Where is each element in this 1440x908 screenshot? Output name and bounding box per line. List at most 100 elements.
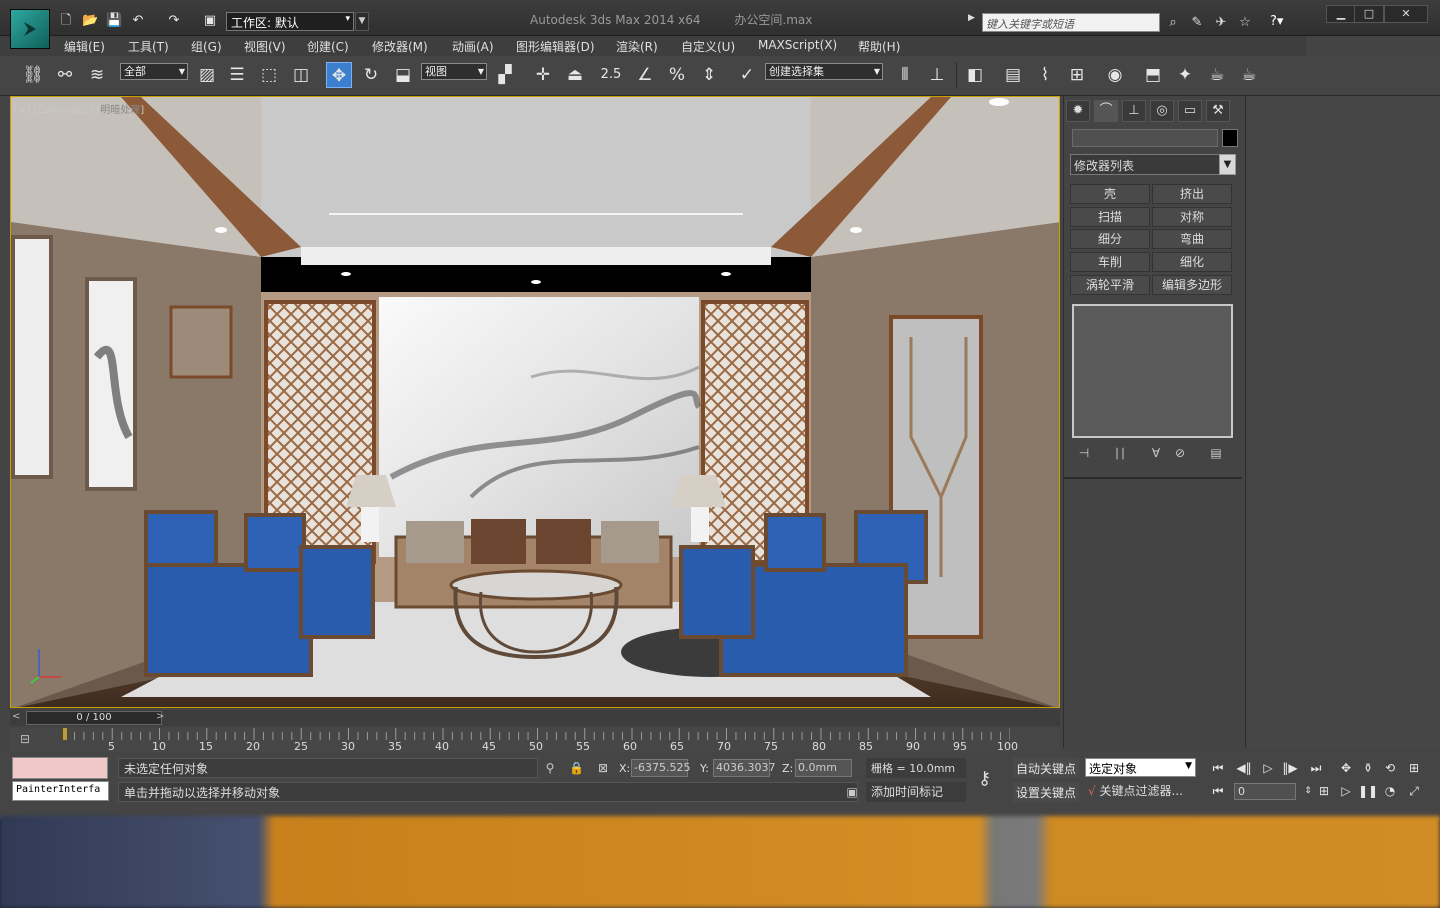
communication-icon[interactable]: ✈ [1212,14,1230,32]
menu-edit[interactable]: 编辑(E) [64,38,105,55]
current-frame-field[interactable]: 0 [1234,783,1296,800]
minimize-button[interactable]: ▁ [1326,5,1356,23]
previous-key-icon[interactable]: ◀‖ [1234,759,1254,777]
show-end-result-icon[interactable]: ∣∣ [1110,446,1130,464]
modifier-extrude-button[interactable]: 挤出 [1152,184,1232,204]
schematic-view-icon[interactable]: ⊞ [1064,62,1090,88]
render-production-icon[interactable]: ☕ [1204,62,1230,88]
configure-modifier-sets-icon[interactable]: ▤ [1206,446,1226,464]
next-frame-icon[interactable]: > [156,711,168,725]
modifier-list-select[interactable]: 修改器列表 [1070,154,1222,175]
make-unique-icon[interactable]: ∀ [1146,446,1166,464]
modifier-bend-button[interactable]: 弯曲 [1152,229,1232,249]
angle-snap-icon[interactable]: ∠ [632,62,658,88]
render-iterative-icon[interactable]: ☕ [1236,62,1262,88]
dolly-camera-icon[interactable]: ⚱ [1358,759,1378,777]
menu-customize[interactable]: 自定义(U) [681,38,735,55]
project-folder-icon[interactable]: ▣ [202,13,218,29]
previous-frame-icon[interactable]: < [12,711,24,725]
undo-icon[interactable]: ↶ [130,13,146,29]
select-rotate-icon[interactable]: ↻ [358,62,384,88]
object-color-swatch[interactable] [1222,129,1238,147]
modifier-symmetry-button[interactable]: 对称 [1152,207,1232,227]
pin-stack-icon[interactable]: ⊣ [1074,446,1094,464]
named-selection-set-select[interactable]: 创建选择集 [765,63,883,80]
pan-view-icon[interactable]: ✥ [1336,759,1356,777]
binoculars-icon[interactable]: ⌕ [1164,14,1182,32]
go-to-end-icon[interactable]: ⏭ [1306,759,1326,777]
modifier-stack-list[interactable] [1072,304,1233,438]
link-icon[interactable]: ⛓ [20,62,46,88]
rendered-frame-window-icon[interactable]: ✦ [1172,62,1198,88]
isolate-selection-icon[interactable]: ⚲ [543,761,557,775]
mirror-icon[interactable]: ⫴ [892,62,918,88]
set-key-icon[interactable]: ⚷ [978,768,1006,789]
select-by-name-icon[interactable]: ☰ [224,62,250,88]
chevron-down-icon[interactable]: ▼ [355,12,369,31]
material-editor-icon[interactable]: ◉ [1102,62,1128,88]
maximize-toggle-icon[interactable]: ⤢ [1404,782,1424,800]
auto-key-button[interactable]: 自动关键点 [1013,758,1079,778]
app-logo-button[interactable] [10,9,50,49]
y-coordinate-field[interactable]: 4036.3037 [713,759,776,777]
x-coordinate-field[interactable]: -6375.525 [631,759,690,777]
modifier-subdivide-button[interactable]: 细分 [1070,229,1150,249]
mini-curve-editor-icon[interactable]: ⊟ [20,732,40,748]
time-configuration-icon[interactable]: ⊞ [1314,782,1334,800]
orbit-camera-icon[interactable]: ⟲ [1380,759,1400,777]
add-time-tag-button[interactable]: 添加时间标记 [866,782,966,802]
maxscript-listener-field[interactable]: PainterInterfa [12,781,109,801]
close-button[interactable]: ✕ [1384,5,1428,23]
keyboard-shortcut-toggle-icon[interactable]: ⏏ [562,62,588,88]
object-name-field[interactable] [1072,129,1218,147]
modifier-edit-poly-button[interactable]: 编辑多边形 [1152,275,1232,295]
save-icon[interactable]: 💾 [106,13,122,29]
select-move-icon[interactable]: ✥ [326,62,352,88]
walk-through-icon[interactable]: ❚❚ [1358,782,1378,800]
motion-tab-icon[interactable]: ◎ [1150,100,1174,122]
display-tab-icon[interactable]: ▭ [1178,100,1202,122]
menu-tools[interactable]: 工具(T) [128,38,169,55]
play-icon[interactable]: ▷ [1258,759,1278,777]
menu-maxscript[interactable]: MAXScript(X) [758,38,837,52]
curve-editor-icon[interactable]: ⌇ [1032,62,1058,88]
menu-group[interactable]: 组(G) [191,38,222,55]
maximize-viewport-icon[interactable]: ⊞ [1404,759,1424,777]
edit-named-selection-icon[interactable]: ✓ [734,62,760,88]
z-coordinate-field[interactable]: 0.0mm [795,759,852,777]
key-mode-toggle-icon[interactable]: ⏮ [1208,782,1228,800]
menu-graph-editors[interactable]: 图形编辑器(D) [516,38,595,55]
maxscript-mini-listener-pink[interactable] [12,757,108,779]
create-tab-icon[interactable]: ✹ [1066,100,1090,122]
menu-animation[interactable]: 动画(A) [452,38,494,55]
viewport-label[interactable]: [+] [Camera01] [明暗处理] [14,101,144,116]
toggle-ribbon-icon[interactable]: ▤ [1000,62,1026,88]
open-file-icon[interactable]: 📂 [82,13,98,29]
snaps-toggle-icon[interactable]: 2.5 [598,62,624,88]
unlink-icon[interactable]: ⚯ [52,62,78,88]
selection-filter-select[interactable]: 全部 [120,63,188,80]
key-mode-select[interactable]: 选定对象 [1085,758,1196,777]
spinner-snap-icon[interactable]: ⇕ [696,62,722,88]
align-icon[interactable]: ⊥ [924,62,950,88]
menu-create[interactable]: 创建(C) [307,38,349,55]
modifier-sweep-button[interactable]: 扫描 [1070,207,1150,227]
bind-spacewarp-icon[interactable]: ≋ [84,62,110,88]
time-tag-icon[interactable]: ▣ [845,785,859,799]
selection-lock-icon[interactable]: 🔒 [569,761,584,775]
menu-views[interactable]: 视图(V) [244,38,286,55]
redo-icon[interactable]: ↷ [166,13,182,29]
manage-layers-icon[interactable]: ◧ [962,62,988,88]
search-input[interactable]: 键入关键字或短语 [982,13,1160,32]
roll-camera-icon[interactable]: ◔ [1380,782,1400,800]
new-file-icon[interactable]: 🗋 [58,13,74,29]
modifier-turbosmooth-button[interactable]: 涡轮平滑 [1070,275,1150,295]
help-icon[interactable]: ?▾ [1270,14,1300,32]
subscription-icon[interactable]: ✎ [1188,14,1206,32]
absolute-mode-icon[interactable]: ⊠ [596,761,610,775]
chevron-down-icon[interactable]: ▼ [1219,154,1236,175]
pivot-center-icon[interactable]: ▞ [492,62,518,88]
select-scale-icon[interactable]: ⬓ [390,62,416,88]
field-of-view-icon[interactable]: ▷ [1336,782,1356,800]
utilities-tab-icon[interactable]: ⚒ [1206,100,1230,122]
